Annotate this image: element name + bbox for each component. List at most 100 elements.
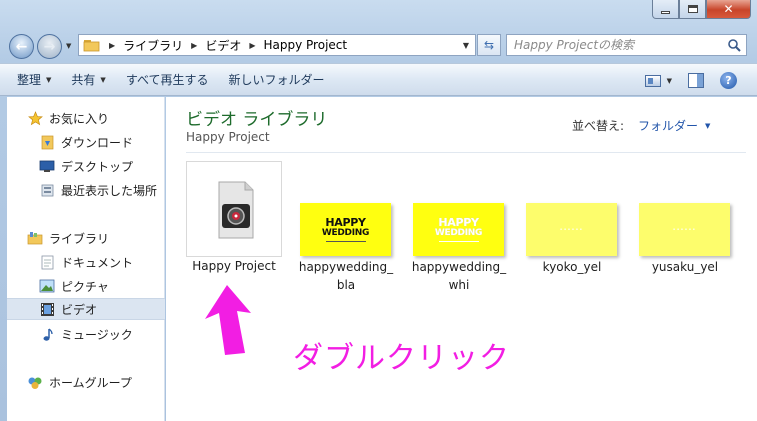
file-label-yusaku-yel[interactable]: yusaku_yel bbox=[629, 258, 741, 276]
navigation-pane: お気に入り ダウンロード デスクトップ 最近表示した場所 ライブラリ ドキュメン… bbox=[7, 97, 165, 421]
video-thumbnail: •••••• bbox=[526, 203, 617, 256]
arrange-by-dropdown[interactable]: フォルダー ▼ bbox=[638, 117, 710, 134]
nav-item-downloads[interactable]: ダウンロード bbox=[7, 131, 165, 153]
back-arrow-icon: ← bbox=[15, 38, 28, 55]
nav-item-music[interactable]: ミュージック bbox=[7, 323, 165, 345]
address-history-dropdown[interactable]: ▼ bbox=[463, 41, 469, 50]
thumbnail-text-wedding: WEDDING bbox=[434, 227, 483, 238]
nav-label: 最近表示した場所 bbox=[61, 183, 158, 198]
breadcrumb-separator-icon: ▶ bbox=[191, 40, 198, 50]
close-icon: ✕ bbox=[723, 2, 734, 16]
double-click-annotation: ダブルクリック bbox=[293, 341, 510, 376]
file-item-happywedding-bla[interactable]: HAPPY WEDDING bbox=[300, 203, 391, 256]
address-bar[interactable]: ▶ ライブラリ ▶ ビデオ ▶ Happy Project ▼ bbox=[78, 34, 476, 56]
thumbnail-text-happy: HAPPY bbox=[438, 215, 479, 229]
chevron-down-icon: ▼ bbox=[705, 121, 711, 130]
caption-buttons: ✕ bbox=[652, 0, 751, 19]
file-item-kyoko-yel[interactable]: •••••• bbox=[526, 203, 617, 256]
sort-label: 並べ替え: bbox=[572, 119, 625, 133]
video-film-icon bbox=[39, 301, 55, 317]
video-thumbnail: HAPPY WEDDING bbox=[300, 203, 391, 256]
file-label-line2: bla bbox=[336, 278, 356, 292]
file-label-line1: happywedding_ bbox=[298, 260, 394, 274]
downloads-folder-icon bbox=[39, 134, 55, 150]
search-icon[interactable] bbox=[727, 38, 741, 52]
documents-icon bbox=[39, 254, 55, 270]
nav-label: お気に入り bbox=[49, 111, 110, 126]
thumbnail-text-wedding: WEDDING bbox=[321, 227, 370, 238]
video-project-file-icon bbox=[218, 181, 254, 239]
maximize-icon bbox=[687, 5, 698, 13]
file-label-happywedding-whi[interactable]: happywedding_ whi bbox=[403, 258, 515, 294]
command-bar: 整理 ▼ 共有 ▼ すべて再生する 新しいフォルダー ▼ ? bbox=[0, 63, 757, 96]
pictures-icon bbox=[39, 278, 55, 294]
thumbnail-rule bbox=[438, 240, 479, 242]
help-icon[interactable]: ? bbox=[720, 72, 737, 89]
desktop-icon bbox=[39, 158, 55, 174]
new-folder-button[interactable]: 新しいフォルダー bbox=[219, 63, 335, 96]
file-label-happy-project[interactable]: Happy Project bbox=[178, 257, 290, 275]
search-box[interactable] bbox=[506, 34, 747, 56]
folder-icon bbox=[83, 40, 100, 52]
play-all-button[interactable]: すべて再生する bbox=[116, 63, 219, 96]
nav-label: ビデオ bbox=[61, 302, 98, 317]
refresh-button[interactable]: ⇆ bbox=[477, 34, 501, 56]
breadcrumb-separator-icon: ▶ bbox=[249, 40, 256, 50]
back-button[interactable]: ← bbox=[9, 34, 34, 59]
nav-item-libraries[interactable]: ライブラリ bbox=[7, 227, 165, 249]
change-view-icon[interactable] bbox=[644, 74, 661, 87]
nav-item-homegroup[interactable]: ホームグループ bbox=[7, 371, 165, 393]
refresh-icon: ⇆ bbox=[483, 38, 495, 52]
toolbar-right-group: ▼ ? bbox=[644, 64, 757, 97]
breadcrumb-videos[interactable]: ビデオ bbox=[205, 37, 241, 54]
file-item-yusaku-yel[interactable]: •••••• bbox=[639, 203, 730, 256]
nav-item-favorites[interactable]: お気に入り bbox=[7, 107, 165, 129]
forward-arrow-icon: → bbox=[43, 38, 56, 55]
search-input[interactable] bbox=[507, 35, 717, 55]
file-item-happy-project[interactable] bbox=[186, 161, 282, 257]
nav-label: ダウンロード bbox=[61, 135, 134, 150]
nav-label: ホームグループ bbox=[49, 375, 132, 390]
breadcrumb-current-folder[interactable]: Happy Project bbox=[264, 38, 348, 52]
nav-label: ピクチャ bbox=[61, 279, 109, 294]
file-label-kyoko-yel[interactable]: kyoko_yel bbox=[516, 258, 628, 276]
preview-pane-icon[interactable] bbox=[688, 73, 704, 88]
recent-pages-dropdown[interactable]: ▼ bbox=[66, 42, 71, 50]
nav-item-documents[interactable]: ドキュメント bbox=[7, 251, 165, 273]
arrange-by-value: フォルダー bbox=[638, 119, 699, 133]
file-label-line1: happywedding_ bbox=[411, 260, 507, 274]
maximize-button[interactable] bbox=[679, 0, 706, 19]
view-options-dropdown[interactable]: ▼ bbox=[667, 77, 672, 85]
thumbnail-faint-text: •••••• bbox=[559, 226, 584, 233]
share-menu[interactable]: 共有 ▼ bbox=[61, 63, 115, 96]
nav-item-pictures[interactable]: ピクチャ bbox=[7, 275, 165, 297]
nav-item-recent-places[interactable]: 最近表示した場所 bbox=[7, 179, 165, 201]
nav-label: デスクトップ bbox=[61, 159, 134, 174]
close-button[interactable]: ✕ bbox=[706, 0, 751, 19]
nav-item-desktop[interactable]: デスクトップ bbox=[7, 155, 165, 177]
breadcrumb: ▶ ライブラリ ▶ ビデオ ▶ Happy Project bbox=[101, 37, 347, 54]
nav-label: ミュージック bbox=[61, 327, 133, 342]
nav-item-videos[interactable]: ビデオ bbox=[7, 298, 165, 320]
file-label-happywedding-bla[interactable]: happywedding_ bla bbox=[290, 258, 402, 294]
chevron-down-icon: ▼ bbox=[46, 75, 52, 84]
breadcrumb-libraries[interactable]: ライブラリ bbox=[123, 37, 183, 54]
new-folder-label: 新しいフォルダー bbox=[228, 73, 325, 87]
forward-button[interactable]: → bbox=[37, 34, 62, 59]
nav-label: ドキュメント bbox=[61, 255, 134, 270]
explorer-window: ✕ ← → ▼ ▶ ライブラリ ▶ ビデオ ▶ Happy Project ▼ … bbox=[0, 0, 757, 421]
library-title: ビデオ ライブラリ bbox=[186, 110, 328, 130]
thumbnail-text-happy: HAPPY bbox=[325, 215, 366, 229]
organize-label: 整理 bbox=[17, 73, 42, 87]
homegroup-icon bbox=[27, 374, 43, 390]
library-subtitle: Happy Project bbox=[186, 130, 270, 144]
file-label-line2: whi bbox=[448, 278, 470, 292]
minimize-icon bbox=[661, 10, 670, 14]
thumbnail-rule bbox=[325, 240, 366, 242]
annotation-arrow-icon bbox=[205, 285, 251, 355]
organize-menu[interactable]: 整理 ▼ bbox=[0, 63, 61, 96]
nav-label: ライブラリ bbox=[49, 231, 110, 246]
file-item-happywedding-whi[interactable]: HAPPY WEDDING bbox=[413, 203, 504, 256]
minimize-button[interactable] bbox=[652, 0, 679, 19]
star-icon bbox=[27, 110, 43, 126]
